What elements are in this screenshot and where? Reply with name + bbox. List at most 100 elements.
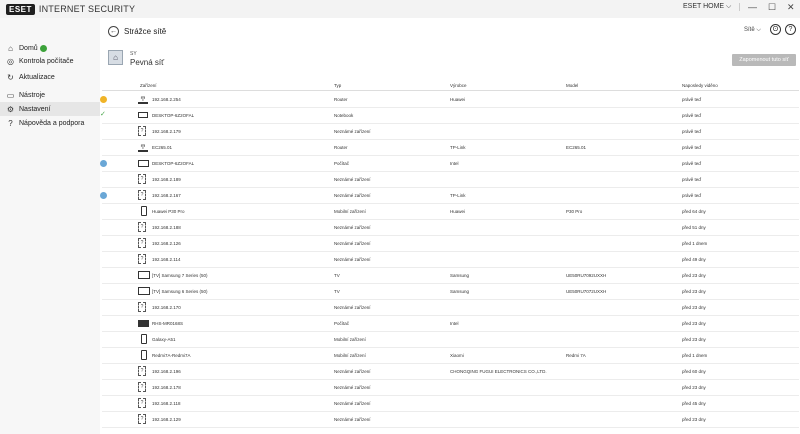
close-button[interactable]: ✕ bbox=[787, 2, 795, 13]
page-title: Strážce sítě bbox=[124, 27, 167, 36]
sidebar-item-label: Nastavení bbox=[19, 105, 51, 113]
cell-name: Galaxy-A51 bbox=[152, 337, 176, 342]
cell-name: DESKTOP-6Z2OFAL bbox=[152, 161, 195, 166]
sidebar-item-5[interactable]: ? Nápověda a podpora bbox=[0, 116, 100, 130]
cell-name: 192.168.2.118 bbox=[152, 401, 181, 406]
sidebar-item-1[interactable]: ◎ Kontrola počítače bbox=[0, 54, 100, 68]
table-row[interactable]: [TV] Samsung 6 Series (50) TV Samsung UE50R… bbox=[102, 284, 799, 300]
cell-name: 192.168.2.179 bbox=[152, 129, 181, 134]
cell-seen: před 49 dny bbox=[682, 257, 706, 262]
logo-mark: ESET bbox=[6, 3, 35, 15]
cell-type: Neznámé zařízení bbox=[334, 241, 371, 246]
table-row[interactable]: ? 192.168.2.170 Neznámé zařízení před 23 dn… bbox=[102, 300, 799, 316]
table-row[interactable]: [TV] Samsung 7 Series (50) TV Samsung UE50R… bbox=[102, 268, 799, 284]
cell-model: UE50RU7072UXXH bbox=[566, 289, 607, 294]
cell-seen: před 23 dny bbox=[682, 321, 706, 326]
back-arrow-icon[interactable]: ← bbox=[108, 26, 119, 37]
phone-device-icon bbox=[141, 334, 147, 344]
unknown-device-icon: ? bbox=[138, 222, 146, 232]
table-row[interactable]: Huawei P30 Pro Mobilní zařízení Huawei P30 … bbox=[102, 204, 799, 220]
column-header-vendor[interactable]: Výrobce bbox=[450, 83, 467, 88]
unknown-device-icon: ? bbox=[138, 174, 146, 184]
laptop-device-icon bbox=[138, 112, 148, 118]
table-row[interactable]: Galaxy-A51 Mobilní zařízení před 23 dny bbox=[102, 332, 799, 348]
unknown-device-icon: ? bbox=[138, 126, 146, 136]
minimize-button[interactable]: — bbox=[748, 2, 757, 12]
cell-vendor: Samsung bbox=[450, 273, 470, 278]
sidebar-item-3[interactable]: ▭ Nástroje bbox=[0, 88, 100, 102]
cell-name: 192.168.2.129 bbox=[152, 417, 181, 422]
table-row[interactable]: ? 192.168.2.189 Neznámé zařízení právě teď bbox=[102, 172, 799, 188]
sidebar-item-2[interactable]: ↻ Aktualizace bbox=[0, 70, 100, 84]
cell-seen: před 23 dny bbox=[682, 337, 706, 342]
info-icon bbox=[100, 192, 107, 199]
refresh-icon: ↻ bbox=[7, 72, 14, 82]
table-row[interactable]: ? 192.168.2.178 Neznámé zařízení před 23 dn… bbox=[102, 380, 799, 396]
main-panel: ← Strážce sítě Sítě ⌵ ʘ ? ⌂ SY Pevná síť… bbox=[100, 18, 800, 434]
cell-seen: právě teď bbox=[682, 161, 702, 166]
network-name: Pevná síť bbox=[130, 58, 165, 67]
table-row[interactable]: ✓ DESKTOP-6Z2OFAL Notebook právě teď bbox=[100, 108, 799, 124]
sidebar: ⌂ Domů ◎ Kontrola počítače ↻ Aktualizace ▭ Nást… bbox=[0, 18, 100, 434]
table-row[interactable]: Ͳ 192.168.2.254 Router Huawei právě teď bbox=[100, 92, 799, 108]
router-device-icon: Ͳ bbox=[138, 96, 148, 104]
cell-name: 192.168.2.114 bbox=[152, 257, 181, 262]
tv-device-icon bbox=[138, 287, 150, 295]
cell-type: Notebook bbox=[334, 113, 354, 118]
table-row[interactable]: Redmi7A-Redmi7A Mobilní zařízení Xiaomi Red… bbox=[102, 348, 799, 364]
table-row[interactable]: RHS-MR0168S Počítač Intel před 23 dny bbox=[102, 316, 799, 332]
eset-home-label: ESET HOME bbox=[683, 3, 725, 10]
unknown-device-icon: ? bbox=[138, 414, 146, 424]
help-icon[interactable]: ? bbox=[785, 24, 796, 35]
pc-device-icon bbox=[138, 320, 149, 327]
table-header: Zařízení Typ Výrobce Model Naposledy vid… bbox=[102, 81, 799, 91]
cell-type: Neznámé zařízení bbox=[334, 305, 371, 310]
monitor-device-icon bbox=[138, 160, 149, 167]
cell-seen: před 51 dny bbox=[682, 225, 706, 230]
sidebar-item-label: Nápověda a podpora bbox=[19, 119, 85, 127]
sidebar-item-4[interactable]: ⚙ Nastavení bbox=[0, 102, 100, 116]
cell-type: Neznámé zařízení bbox=[334, 417, 371, 422]
table-row[interactable]: Ͳ EC265.01 Router TP-Link EC265.01 právě teď bbox=[102, 140, 799, 156]
cell-seen: právě teď bbox=[682, 193, 702, 198]
table-row[interactable]: ? 192.168.2.188 Neznámé zařízení před 51 dn… bbox=[102, 220, 799, 236]
maximize-button[interactable]: ☐ bbox=[768, 2, 776, 13]
table-row[interactable]: ? 192.168.2.126 Neznámé zařízení před 1 dne… bbox=[102, 236, 799, 252]
column-header-type[interactable]: Typ bbox=[334, 83, 341, 88]
cell-name: 192.168.2.126 bbox=[152, 241, 181, 246]
cell-model: EC265.01 bbox=[566, 145, 587, 150]
sidebar-item-label: Nástroje bbox=[19, 91, 46, 99]
forget-network-button[interactable]: Zapomenout tuto síť bbox=[732, 54, 796, 66]
column-header-device[interactable]: Zařízení bbox=[140, 83, 157, 88]
cell-name: EC265.01 bbox=[152, 145, 173, 150]
table-row[interactable]: ? 192.168.2.118 Neznámé zařízení před 45 dn… bbox=[102, 396, 799, 412]
cell-vendor: Samsung bbox=[450, 289, 470, 294]
column-header-model[interactable]: Model bbox=[566, 83, 578, 88]
eset-home-button[interactable]: ESET HOME ⌵ bbox=[683, 3, 741, 11]
column-header-last-seen[interactable]: Naposledy viděno bbox=[682, 83, 718, 88]
table-row[interactable]: ? 192.168.2.129 Neznámé zařízení před 23 dn… bbox=[102, 412, 799, 428]
table-row[interactable]: ? 192.168.2.179 Neznámé zařízení právě teď bbox=[102, 124, 799, 140]
sidebar-item-0[interactable]: ⌂ Domů bbox=[0, 41, 100, 55]
cell-model: UE50RU7092UXXH bbox=[566, 273, 607, 278]
cell-name: Redmi7A-Redmi7A bbox=[152, 353, 191, 358]
table-row[interactable]: DESKTOP-6Z2OFAL Počítač Intel právě teď bbox=[100, 156, 799, 172]
cell-name: 192.168.2.167 bbox=[152, 193, 181, 198]
cell-vendor: CHONGQING FUGUI ELECTRONICS CO.,LTD. bbox=[450, 369, 547, 374]
network-filter-dropdown[interactable]: Sítě ⌵ bbox=[744, 27, 761, 34]
cell-seen: před 23 dny bbox=[682, 385, 706, 390]
gear-icon: ⚙ bbox=[6, 104, 15, 114]
notification-icon[interactable]: ʘ bbox=[770, 24, 781, 35]
cell-name: 192.168.2.254 bbox=[152, 97, 181, 102]
cell-type: Neznámé zařízení bbox=[334, 369, 371, 374]
network-id: SY bbox=[130, 51, 137, 57]
table-row[interactable]: ? 192.168.2.196 Neznámé zařízení CHONGQING … bbox=[102, 364, 799, 380]
briefcase-icon: ▭ bbox=[6, 90, 15, 100]
cell-name: 192.168.2.189 bbox=[152, 177, 181, 182]
cell-type: Neznámé zařízení bbox=[334, 177, 371, 182]
help-icon: ? bbox=[8, 118, 13, 128]
cell-seen: právě teď bbox=[682, 113, 702, 118]
table-row[interactable]: ? 192.168.2.167 Neznámé zařízení TP-Link prá… bbox=[100, 188, 799, 204]
table-row[interactable]: ? 192.168.2.114 Neznámé zařízení před 49 dn… bbox=[102, 252, 799, 268]
cell-seen: před 1 dnem bbox=[682, 353, 708, 358]
